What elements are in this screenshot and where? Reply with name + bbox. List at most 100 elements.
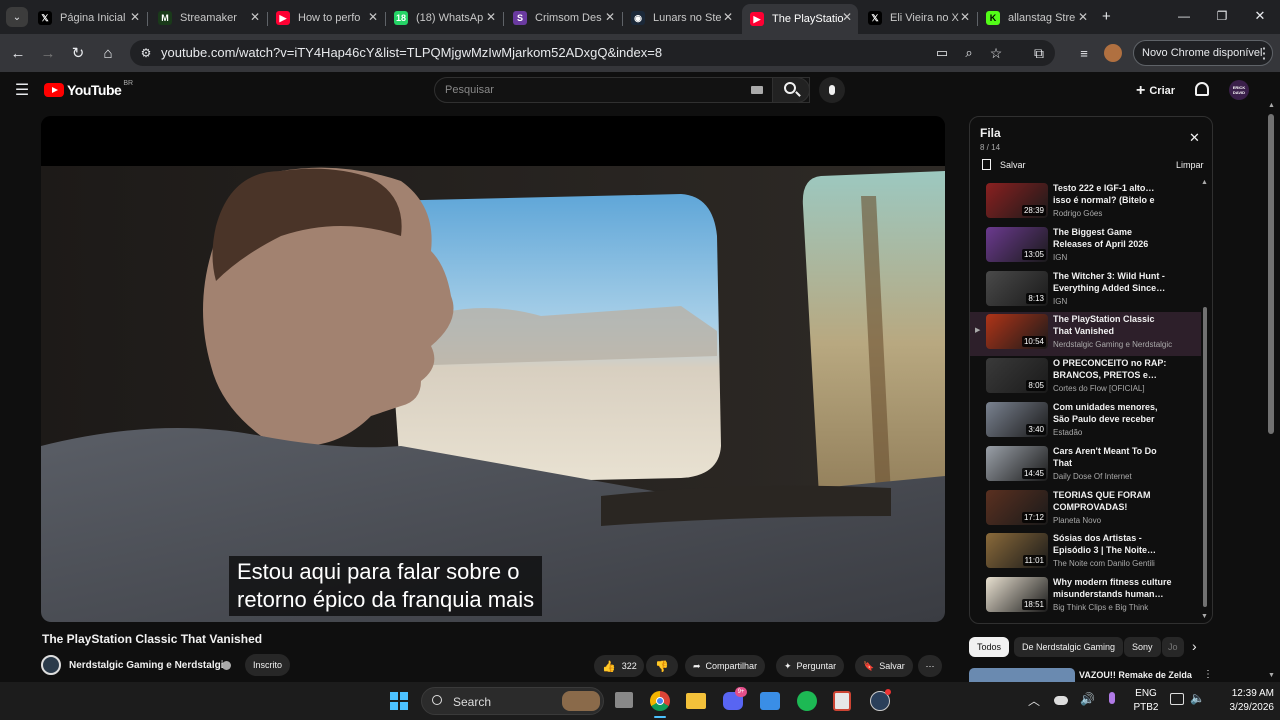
- window-close-icon[interactable]: ✕: [1250, 6, 1270, 26]
- queue-item-thumbnail[interactable]: 17:12: [986, 489, 1048, 525]
- queue-item[interactable]: 18:51 Why modern fitness culture misunder…: [970, 575, 1201, 619]
- share-button[interactable]: ➦ Compartilhar: [685, 655, 766, 677]
- queue-scroll-up-icon[interactable]: ▲: [1201, 179, 1208, 186]
- minimize-icon[interactable]: —: [1174, 6, 1194, 26]
- taskbar-search[interactable]: Search: [421, 687, 604, 715]
- browser-tab[interactable]: S Crimsom Des ✕: [505, 4, 621, 32]
- queue-item[interactable]: 17:12 TEORIAS QUE FORAM COMPROVADAS! Plane…: [970, 488, 1201, 532]
- queue-item-title[interactable]: The Witcher 3: Wild Hunt - Everything Ad…: [1053, 270, 1173, 294]
- tab-close-icon[interactable]: ✕: [723, 10, 733, 24]
- browser-tab[interactable]: 18 (18) WhatsAp ✕: [386, 4, 502, 32]
- more-actions-button[interactable]: ⋯: [918, 655, 942, 677]
- tab-close-icon[interactable]: ✕: [1078, 10, 1088, 24]
- tab-close-icon[interactable]: ✕: [960, 10, 970, 24]
- forward-icon[interactable]: →: [38, 43, 58, 63]
- queue-item-title[interactable]: The Biggest Game Releases of April 2026: [1053, 226, 1173, 250]
- queue-item-title[interactable]: Sósias dos Artistas - Episódio 3 | The N…: [1053, 532, 1173, 556]
- filter-chip-more[interactable]: Jo: [1162, 637, 1184, 657]
- tray-overflow-chevron-icon[interactable]: ︿: [1028, 692, 1040, 709]
- spotify-icon[interactable]: [797, 691, 817, 711]
- queue-item-thumbnail[interactable]: 8:05: [986, 358, 1048, 394]
- reload-icon[interactable]: ↻: [68, 43, 88, 63]
- zoom-icon[interactable]: ⌕: [959, 43, 979, 63]
- queue-item-title[interactable]: TEORIAS QUE FORAM COMPROVADAS!: [1053, 489, 1173, 513]
- browser-tab[interactable]: Kallanstag Stre ✕: [978, 4, 1094, 32]
- voice-search-button[interactable]: [819, 77, 845, 103]
- queue-item[interactable]: 8:05 O PRECONCEITO no RAP: BRANCOS, PRETO…: [970, 356, 1201, 400]
- page-scrollbar[interactable]: [1268, 114, 1274, 434]
- queue-item-title[interactable]: The PlayStation Classic That Vanished: [1053, 313, 1173, 337]
- page-scrollbar-down[interactable]: ▼: [1268, 672, 1275, 679]
- page-scrollbar-up[interactable]: ▲: [1268, 102, 1275, 109]
- queue-scrollbar[interactable]: [1203, 307, 1207, 607]
- tab-close-icon[interactable]: ✕: [605, 10, 615, 24]
- filter-chip-all[interactable]: Todos: [969, 637, 1010, 657]
- clock[interactable]: 12:39 AM 3/29/2026: [1208, 687, 1275, 715]
- queue-item-title[interactable]: Cars Aren't Meant To Do That: [1053, 445, 1173, 469]
- channel-avatar[interactable]: [41, 655, 61, 675]
- queue-item[interactable]: 14:45 Cars Aren't Meant To Do That Daily D…: [970, 444, 1201, 488]
- browser-tab[interactable]: ▶ How to perfo ✕: [268, 4, 384, 32]
- queue-save-button[interactable]: Salvar: [982, 159, 1026, 170]
- audio-device-icon[interactable]: 🔊: [1080, 692, 1095, 706]
- queue-item-thumbnail[interactable]: 13:05: [986, 226, 1048, 262]
- tab-close-icon[interactable]: ✕: [130, 10, 140, 24]
- queue-item-title[interactable]: Why modern fitness culture misunderstand…: [1053, 576, 1173, 600]
- windows-start-icon[interactable]: [390, 692, 408, 710]
- queue-item[interactable]: 11:01 Sósias dos Artistas - Episódio 3 | …: [970, 531, 1201, 575]
- tab-close-icon[interactable]: ✕: [486, 10, 496, 24]
- new-tab-button[interactable]: +: [1102, 8, 1111, 25]
- tab-close-icon[interactable]: ✕: [368, 10, 378, 24]
- search-button[interactable]: [772, 77, 810, 103]
- keyboard-icon[interactable]: [751, 86, 763, 94]
- video-player[interactable]: Estou aqui para falar sobre o retorno ép…: [41, 116, 945, 622]
- subscribed-button[interactable]: Inscrito: [245, 654, 291, 676]
- queue-item[interactable]: 13:05 The Biggest Game Releases of April …: [970, 225, 1201, 269]
- queue-item[interactable]: ▶ 10:54 The PlayStation Classic That Vanis…: [970, 312, 1201, 357]
- chrome-update-button[interactable]: Novo Chrome disponível: [1133, 40, 1273, 66]
- chrome-menu-icon[interactable]: ⋮: [1254, 43, 1274, 63]
- ask-button[interactable]: ✦ Perguntar: [776, 655, 845, 677]
- queue-item[interactable]: 3:40 Com unidades menores, São Paulo deve…: [970, 400, 1201, 444]
- queue-item-title[interactable]: Com unidades menores, São Paulo deve rec…: [1053, 401, 1173, 425]
- browser-tab[interactable]: ▶ The PlayStatio ✕: [742, 4, 858, 34]
- queue-scroll-down-icon[interactable]: ▼: [1201, 613, 1208, 620]
- site-info-icon[interactable]: ⚙: [136, 43, 156, 63]
- queue-clear-button[interactable]: Limpar: [1176, 160, 1204, 170]
- file-explorer-icon[interactable]: [686, 693, 706, 709]
- volume-icon[interactable]: 🔈: [1190, 691, 1205, 705]
- browser-tab[interactable]: 𝕏 Página Inicial ✕: [30, 4, 146, 32]
- queue-item-thumbnail[interactable]: 14:45: [986, 445, 1048, 481]
- chrome-taskbar-icon[interactable]: [650, 691, 670, 711]
- account-avatar[interactable]: ERICK DAVID: [1229, 80, 1249, 100]
- store-app-icon[interactable]: [760, 692, 780, 710]
- queue-item[interactable]: 28:39 Testo 222 e IGF-1 alto… isso é norm…: [970, 181, 1201, 225]
- browser-tab[interactable]: 𝕏 Eli Vieira no X ✕: [860, 4, 976, 32]
- like-button[interactable]: 👍 322: [594, 655, 644, 677]
- filter-chip-channel[interactable]: De Nerdstalgic Gaming: [1014, 637, 1124, 657]
- queue-item-title[interactable]: O PRECONCEITO no RAP: BRANCOS, PRETOS e…: [1053, 357, 1173, 381]
- hamburger-menu-icon[interactable]: ☰: [12, 80, 32, 100]
- network-icon[interactable]: [1170, 693, 1184, 705]
- snipping-tool-icon[interactable]: [833, 691, 851, 711]
- next-video-thumbnail[interactable]: [969, 668, 1075, 682]
- queue-item-title[interactable]: Testo 222 e IGF-1 alto… isso é normal? (…: [1053, 182, 1173, 206]
- queue-item[interactable]: 8:13 The Witcher 3: Wild Hunt - Everythin…: [970, 269, 1201, 313]
- save-button[interactable]: 🔖 Salvar: [855, 655, 913, 677]
- search-box[interactable]: Pesquisar: [434, 77, 810, 103]
- dislike-button[interactable]: 👎: [646, 655, 678, 677]
- queue-close-icon[interactable]: ✕: [1189, 130, 1200, 146]
- queue-item-thumbnail[interactable]: 8:13: [986, 270, 1048, 306]
- task-view-icon[interactable]: [615, 692, 633, 708]
- queue-item-thumbnail[interactable]: 10:54: [986, 314, 1048, 350]
- queue-item-thumbnail[interactable]: 28:39: [986, 183, 1048, 218]
- home-icon[interactable]: ⌂: [98, 43, 118, 63]
- onedrive-icon[interactable]: [1054, 696, 1068, 705]
- microphone-tray-icon[interactable]: [1109, 692, 1115, 704]
- tab-close-icon[interactable]: ✕: [842, 10, 852, 24]
- browser-tab[interactable]: M Streamaker ✕: [150, 4, 266, 32]
- input-language[interactable]: ENG PTB2: [1131, 687, 1161, 715]
- back-icon[interactable]: ←: [8, 43, 28, 63]
- queue-item-thumbnail[interactable]: 3:40: [986, 402, 1048, 437]
- queue-item-thumbnail[interactable]: 11:01: [986, 533, 1048, 569]
